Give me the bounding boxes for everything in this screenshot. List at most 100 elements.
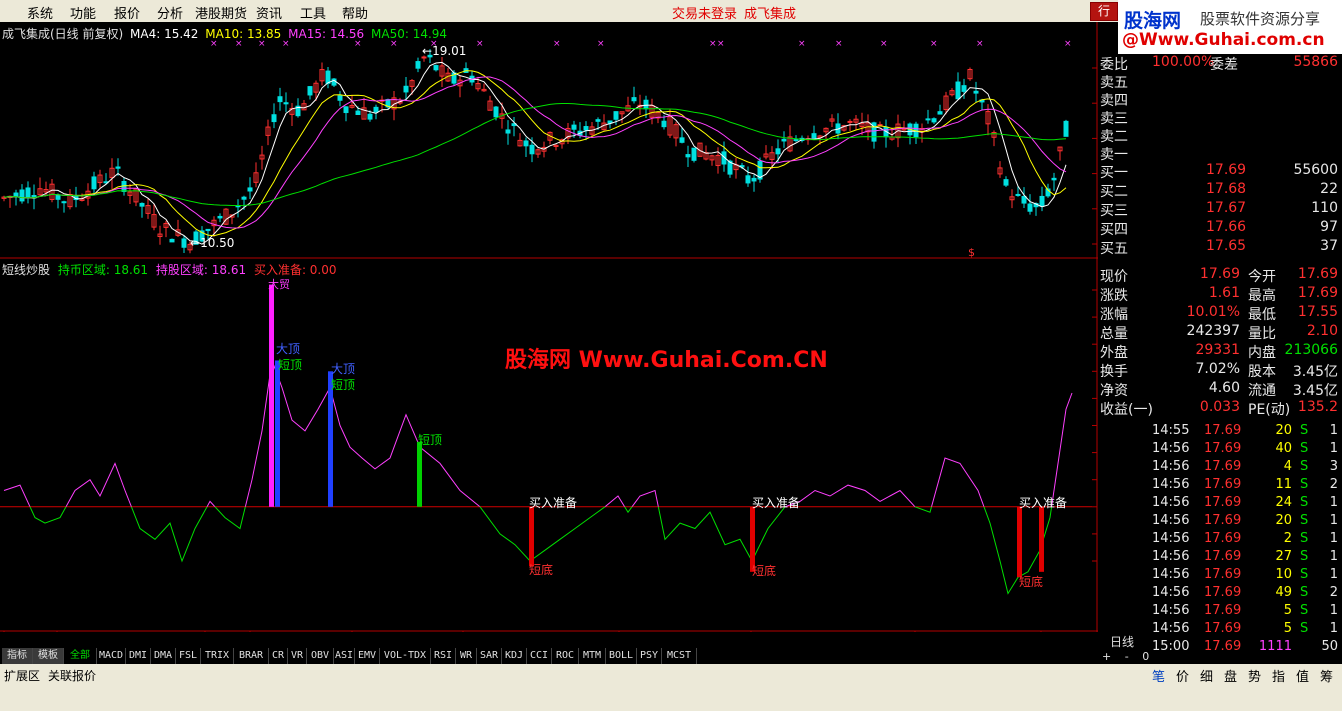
indicator-tab[interactable]: SAR (477, 648, 502, 664)
tick-volume: 5 (1283, 603, 1292, 618)
right-tab[interactable]: 势 (1248, 666, 1261, 685)
menu-item-analysis[interactable]: 分析 (157, 3, 183, 22)
indicator-tab[interactable]: WR (456, 648, 477, 664)
candle-body (415, 61, 421, 69)
quote-value: 29331 (1195, 342, 1240, 358)
right-tab[interactable]: 筹 (1320, 666, 1333, 685)
weicha-value: 55866 (1293, 54, 1338, 70)
indicator-tab[interactable]: OBV (307, 648, 334, 664)
quote-value-2: 2.10 (1306, 323, 1338, 339)
tick-side: S (1300, 459, 1309, 474)
menu-item-function[interactable]: 功能 (70, 3, 96, 22)
quote-value: 4.60 (1208, 380, 1240, 396)
tick-volume: 11 (1275, 477, 1292, 492)
tick-count: 1 (1329, 603, 1338, 618)
indicator-tab[interactable]: MACD (97, 648, 126, 664)
quote-mode-button[interactable]: 行 (1090, 2, 1118, 21)
oscillator-line-lower (29, 506, 1053, 595)
quote-value-2: 17.69 (1297, 285, 1338, 301)
right-tab[interactable]: 盘 (1224, 666, 1237, 685)
candle-body (691, 147, 697, 161)
candle-body (1027, 203, 1033, 212)
indicator-tab[interactable]: MTM (579, 648, 606, 664)
tick-time: 14:56 (1152, 459, 1190, 474)
indicator-tab[interactable]: 指标 (2, 648, 33, 664)
candle-body (247, 187, 253, 192)
tick-count: 3 (1329, 459, 1338, 474)
top-marker: × (597, 39, 605, 49)
indicator-tab[interactable]: DMA (151, 648, 176, 664)
tick-row: 14:55 17.69 20 S 1 (1100, 423, 1342, 441)
top-marker: × (1064, 39, 1072, 49)
indicator-tab[interactable]: MCST (662, 648, 697, 664)
tick-side: S (1300, 603, 1309, 618)
menu-item-news[interactable]: 资讯 (256, 3, 282, 22)
tick-row: 14:56 17.69 4 S 3 (1100, 459, 1342, 477)
right-tab[interactable]: 值 (1296, 666, 1309, 685)
indicator-tab[interactable]: BOLL (606, 648, 637, 664)
candle-body (1051, 177, 1057, 181)
kline-chart-area[interactable]: 18.0016.5015.0013.5012.0010.5040.0035.00… (0, 22, 1098, 632)
indicator-tab[interactable]: VR (288, 648, 307, 664)
candle-body (139, 202, 145, 207)
indicator-tab[interactable]: CR (269, 648, 288, 664)
indicator-tab[interactable]: FSL (176, 648, 201, 664)
quote-label: 外盘 (1100, 345, 1128, 361)
buy-level-volume: 22 (1320, 181, 1338, 197)
candle-body (19, 189, 25, 202)
indicator-tab[interactable]: CCI (527, 648, 552, 664)
candle-body (115, 166, 121, 169)
quote-value: 17.69 (1199, 266, 1240, 282)
tick-volume: 20 (1275, 513, 1292, 528)
menu-item-hk-futures[interactable]: 港股期货 (195, 3, 247, 22)
indicator-tab[interactable]: RSI (431, 648, 456, 664)
expand-area-tab[interactable]: 扩展区 (4, 667, 40, 684)
signal-bar-dading (275, 360, 280, 507)
quote-label-2: 内盘 (1248, 345, 1276, 361)
indicator-name: 短线炒股 (2, 263, 51, 277)
right-tab[interactable]: 笔 (1152, 666, 1165, 685)
indicator-tab[interactable]: 模板 (33, 648, 64, 664)
indicator-tab[interactable]: VOL-TDX (380, 648, 431, 664)
menu-item-help[interactable]: 帮助 (342, 3, 368, 22)
candle-body (679, 137, 685, 143)
candle-body (277, 96, 283, 103)
right-tab[interactable]: 细 (1200, 666, 1213, 685)
login-status[interactable]: 交易未登录 (672, 3, 737, 22)
indicator-tab[interactable]: ASI (334, 648, 355, 664)
candle-body (595, 119, 601, 122)
indicator-tab[interactable]: PSY (637, 648, 662, 664)
quote-value-2: 213066 (1284, 342, 1338, 358)
menu-item-system[interactable]: 系统 (27, 3, 53, 22)
stock-name-status: 成飞集成 (744, 7, 797, 22)
related-quote-tab[interactable]: 关联报价 (48, 667, 96, 684)
menu-item-quote[interactable]: 报价 (114, 3, 140, 22)
tick-price: 17.69 (1204, 621, 1242, 636)
tick-side: S (1300, 513, 1309, 528)
indicator-tab-bar: 指标 模板 全部 MACD DMI DMA FSL TRIX BRAR CR VR OBV ASI EMV… (0, 648, 1100, 664)
tick-side: S (1300, 531, 1309, 546)
indicator-tab[interactable]: TRIX (201, 648, 234, 664)
tick-price: 17.69 (1204, 567, 1242, 582)
indicator-tab[interactable]: KDJ (502, 648, 527, 664)
right-tab[interactable]: 指 (1272, 666, 1285, 685)
annotation-dading-2: 大顶 (331, 362, 356, 376)
annotation-dabao: 大贸 (268, 278, 290, 291)
indicator-tab[interactable]: EMV (355, 648, 380, 664)
chart-canvas[interactable]: 18.0016.5015.0013.5012.0010.5040.0035.00… (0, 22, 1098, 632)
quote-value: 1.61 (1208, 285, 1240, 301)
annotation-duanding-1: 短顶 (278, 358, 303, 372)
menu-item-tools[interactable]: 工具 (300, 3, 326, 22)
indicator-tab[interactable]: ROC (552, 648, 579, 664)
tick-row: 14:56 17.69 24 S 1 (1100, 495, 1342, 513)
indicator-tab[interactable]: 全部 (64, 648, 97, 664)
right-tab[interactable]: 价 (1176, 666, 1189, 685)
weibi-value: 100.00% (1152, 54, 1215, 70)
indicator-tab[interactable]: DMI (126, 648, 151, 664)
indicator-tab[interactable]: BRAR (234, 648, 269, 664)
quote-label: 总量 (1100, 326, 1128, 342)
top-marker: × (717, 39, 725, 49)
quote-value: 10.01% (1186, 304, 1240, 320)
sell-level-row: 卖二 (1100, 126, 1342, 145)
candle-body (367, 113, 373, 120)
